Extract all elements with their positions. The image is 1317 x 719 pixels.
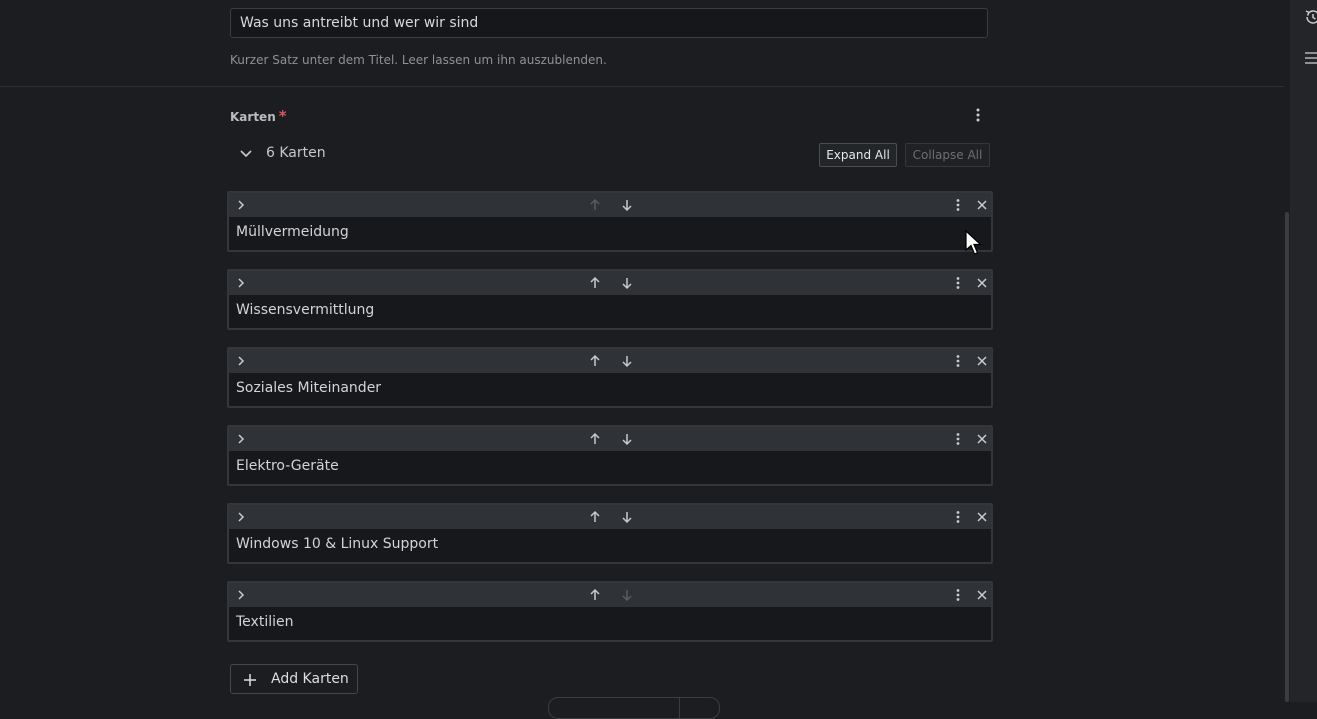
main-panel: Was uns antreibt und wer wir sind Kurzer… <box>0 0 1290 719</box>
move-down-icon[interactable] <box>619 275 635 291</box>
add-card-button[interactable]: Add Karten <box>230 664 358 694</box>
card-header <box>229 427 991 451</box>
scrollbar-thumb[interactable] <box>1285 212 1289 702</box>
move-up-icon[interactable] <box>587 197 603 213</box>
card-title[interactable]: Soziales Miteinander <box>236 380 381 396</box>
chevron-right-icon[interactable] <box>233 509 249 525</box>
more-vertical-icon[interactable] <box>950 509 966 525</box>
card-item: Müllvermeidung <box>227 191 993 252</box>
add-card-label: Add Karten <box>271 671 349 687</box>
move-down-icon[interactable] <box>619 431 635 447</box>
section-divider <box>0 86 1290 87</box>
field-more-menu-icon[interactable] <box>970 106 986 124</box>
required-marker: * <box>278 107 287 125</box>
chevron-right-icon[interactable] <box>233 587 249 603</box>
card-title[interactable]: Textilien <box>236 614 293 630</box>
move-up-icon[interactable] <box>587 587 603 603</box>
close-icon[interactable] <box>974 197 990 213</box>
chevron-right-icon[interactable] <box>233 197 249 213</box>
move-up-icon[interactable] <box>587 353 603 369</box>
collapse-all-button[interactable]: Collapse All <box>905 143 990 167</box>
more-vertical-icon[interactable] <box>950 353 966 369</box>
move-down-icon[interactable] <box>619 509 635 525</box>
more-vertical-icon[interactable] <box>950 587 966 603</box>
toolbar-separator <box>679 698 680 718</box>
bottom-toolbar[interactable] <box>548 697 720 719</box>
close-icon[interactable] <box>974 275 990 291</box>
card-header <box>229 505 991 529</box>
move-down-icon[interactable] <box>619 353 635 369</box>
card-title[interactable]: Wissensvermittlung <box>236 302 374 318</box>
cards-field-label: Karten * <box>230 107 287 125</box>
subtitle-help-text: Kurzer Satz unter dem Titel. Leer lassen… <box>230 53 607 67</box>
history-icon[interactable] <box>1303 8 1317 26</box>
card-header <box>229 349 991 373</box>
move-up-icon[interactable] <box>587 431 603 447</box>
chevron-right-icon[interactable] <box>233 275 249 291</box>
expand-all-button[interactable]: Expand All <box>819 143 897 167</box>
card-title[interactable]: Müllvermeidung <box>236 224 349 240</box>
chevron-right-icon[interactable] <box>233 431 249 447</box>
cards-label-text: Karten <box>230 110 276 124</box>
close-icon[interactable] <box>974 431 990 447</box>
close-icon[interactable] <box>974 587 990 603</box>
move-up-icon[interactable] <box>587 509 603 525</box>
plus-icon <box>243 672 257 686</box>
chevron-right-icon[interactable] <box>233 353 249 369</box>
more-vertical-icon[interactable] <box>950 275 966 291</box>
list-settings-icon[interactable] <box>1303 49 1317 67</box>
card-title[interactable]: Elektro-Geräte <box>236 458 339 474</box>
more-vertical-icon[interactable] <box>950 197 966 213</box>
card-header <box>229 193 991 217</box>
card-item: Elektro-Geräte <box>227 425 993 486</box>
card-header <box>229 271 991 295</box>
more-vertical-icon[interactable] <box>950 431 966 447</box>
subtitle-input[interactable]: Was uns antreibt und wer wir sind <box>230 8 988 38</box>
cards-count: 6 Karten <box>266 145 326 161</box>
move-down-icon[interactable] <box>619 587 635 603</box>
card-header <box>229 583 991 607</box>
move-up-icon[interactable] <box>587 275 603 291</box>
chevron-down-icon[interactable] <box>236 144 256 164</box>
card-item: Soziales Miteinander <box>227 347 993 408</box>
close-icon[interactable] <box>974 353 990 369</box>
card-item: Windows 10 & Linux Support <box>227 503 993 564</box>
right-sidebar-rail <box>1290 0 1317 702</box>
move-down-icon[interactable] <box>619 197 635 213</box>
card-item: Textilien <box>227 581 993 642</box>
card-item: Wissensvermittlung <box>227 269 993 330</box>
card-title[interactable]: Windows 10 & Linux Support <box>236 536 438 552</box>
close-icon[interactable] <box>974 509 990 525</box>
